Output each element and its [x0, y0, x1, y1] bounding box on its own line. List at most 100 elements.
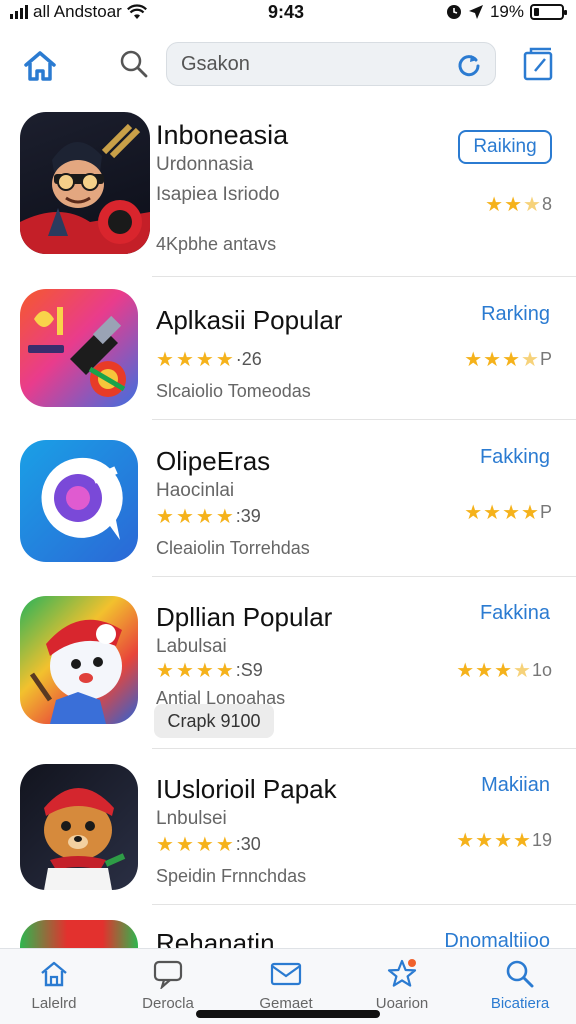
- app-category: Slcaiolio Tomeodas: [156, 381, 311, 401]
- app-subtitle: Haocinlai: [156, 480, 235, 501]
- home-button[interactable]: [20, 46, 60, 86]
- star-icon: ★: [475, 829, 494, 852]
- divider: [152, 419, 576, 420]
- tab-label: Derocla: [142, 995, 194, 1012]
- star-icon: ★: [483, 501, 502, 524]
- refresh-button[interactable]: [453, 49, 485, 81]
- ranking-link[interactable]: Fakkina: [480, 602, 550, 625]
- rating-stars: ★ ★ ★ ★ P: [464, 349, 552, 370]
- tab-home[interactable]: Lalelrd: [4, 957, 104, 1021]
- list-item[interactable]: Inboneasia Urdonnasia Isapiea Isriodo 4K…: [0, 108, 576, 278]
- app-name: Inboneasia: [156, 120, 289, 150]
- rating-stars: ★ ★ ★ ★ 19: [456, 830, 552, 851]
- tab-label: Lalelrd: [31, 995, 77, 1012]
- rating-stars: ★ ★ ★ ★ :S9: [156, 660, 263, 681]
- install-chip[interactable]: Crapk 9100: [154, 704, 274, 738]
- app-developer: Isapiea Isriodo: [156, 184, 280, 205]
- refresh-icon: [458, 55, 480, 77]
- magnifier-icon: [120, 50, 148, 78]
- star-half-icon: ★: [521, 348, 539, 371]
- status-time: 9:43: [268, 2, 305, 22]
- divider: [152, 904, 576, 905]
- search-icon: [503, 957, 537, 991]
- star-icon: ★: [195, 833, 214, 856]
- ranking-link[interactable]: Makiian: [481, 774, 550, 797]
- star-icon: ★: [475, 659, 494, 682]
- rating-text: P: [539, 502, 552, 522]
- star-icon: ★: [464, 501, 483, 524]
- rating-text: P: [539, 349, 552, 369]
- ranking-button[interactable]: Raiking: [458, 130, 552, 164]
- rating-stars: ★ ★ ★ ★ 1o: [456, 660, 552, 681]
- star-icon: ★: [195, 505, 214, 528]
- rating-text: 8: [541, 194, 552, 214]
- rocket-game-icon: [20, 289, 138, 407]
- star-half-icon: ★: [523, 193, 541, 216]
- home-icon: [37, 957, 71, 991]
- app-name: OlipeEras: [156, 446, 271, 476]
- rating-text: ·26: [235, 349, 262, 369]
- warrior-game-icon: [20, 112, 150, 254]
- share-icon: [523, 47, 553, 81]
- star-icon: ★: [156, 505, 174, 528]
- signal-icon: [10, 5, 28, 19]
- ranking-link[interactable]: Rarking: [481, 303, 550, 326]
- list-item[interactable]: Dpllian Popular Labulsai ★ ★ ★ ★ :S9 Antial…: [0, 590, 576, 750]
- status-bar: all Andstoar 9:43 19%: [0, 0, 576, 28]
- tab-search[interactable]: Bicatiera: [470, 957, 570, 1021]
- star-icon: ★: [215, 505, 234, 528]
- rating-stars: ★ ★ ★ ★ ·26: [156, 349, 262, 370]
- rating-text: :39: [235, 506, 261, 526]
- status-right: 19%: [446, 2, 567, 22]
- search-input-value: Gsakon: [181, 52, 250, 75]
- star-half-icon: ★: [513, 659, 531, 682]
- star-icon: ★: [502, 348, 521, 371]
- app-category: 4Kpbhe antavs: [156, 234, 277, 254]
- carrier-label: all Andstoar: [33, 2, 122, 21]
- star-icon: ★: [215, 659, 234, 682]
- chat-bubble-icon: [20, 440, 138, 562]
- star-icon: ★: [175, 348, 194, 371]
- rating-stars: ★ ★ ★ ★ :39: [156, 506, 261, 527]
- star-icon: ★: [483, 348, 502, 371]
- rating-text: 1o: [531, 660, 552, 680]
- alarm-icon: [446, 5, 461, 19]
- star-icon: ★: [464, 348, 483, 371]
- divider: [152, 748, 576, 749]
- battery-percent: 19%: [489, 2, 524, 21]
- ranking-link[interactable]: Fakking: [480, 446, 550, 469]
- star-icon: ★: [456, 659, 475, 682]
- chat-icon: [151, 957, 185, 991]
- list-item[interactable]: IUslorioil Papak Lnbulsei ★ ★ ★ ★ :30 Speid…: [0, 760, 576, 906]
- star-icon: ★: [485, 193, 504, 216]
- star-icon: ★: [502, 501, 521, 524]
- rating-stars: ★ ★ ★ 8: [485, 194, 552, 215]
- tab-label: Bicatiera: [490, 995, 550, 1012]
- share-button[interactable]: [518, 44, 558, 84]
- battery-icon: [530, 4, 567, 20]
- status-left: all Andstoar: [10, 2, 147, 22]
- search-input[interactable]: Gsakon: [166, 42, 496, 86]
- star-icon: ★: [175, 659, 194, 682]
- divider: [152, 276, 576, 277]
- app-category: Cleaiolin Torrehdas: [156, 538, 310, 558]
- wifi-icon: [126, 4, 147, 19]
- tab-label: Uoarion: [375, 995, 429, 1012]
- star-icon: ★: [175, 833, 194, 856]
- app-name: IUslorioil Papak: [156, 774, 337, 804]
- app-store-screen: all Andstoar 9:43 19% Gsakon Inboneasia …: [0, 0, 576, 1024]
- rating-stars: ★ ★ ★ ★ P: [464, 502, 552, 523]
- character-game-icon: [20, 596, 138, 724]
- star-icon: ★: [156, 833, 174, 856]
- app-subtitle: Lnbulsei: [156, 808, 227, 829]
- star-icon: ★: [156, 348, 174, 371]
- app-category: Speidin Frnnchdas: [156, 866, 307, 886]
- list-item[interactable]: OlipeEras Haocinlai ★ ★ ★ ★ :39 Cleaiolin T…: [0, 432, 576, 578]
- star-icon: ★: [215, 348, 234, 371]
- star-icon: ★: [521, 501, 539, 524]
- divider: [152, 576, 576, 577]
- star-icon: ★: [504, 193, 523, 216]
- search-button[interactable]: [116, 46, 152, 82]
- star-icon: ★: [456, 829, 475, 852]
- list-item[interactable]: Aplkasii Popular ★ ★ ★ ★ ·26 Slcaiolio Tome…: [0, 285, 576, 421]
